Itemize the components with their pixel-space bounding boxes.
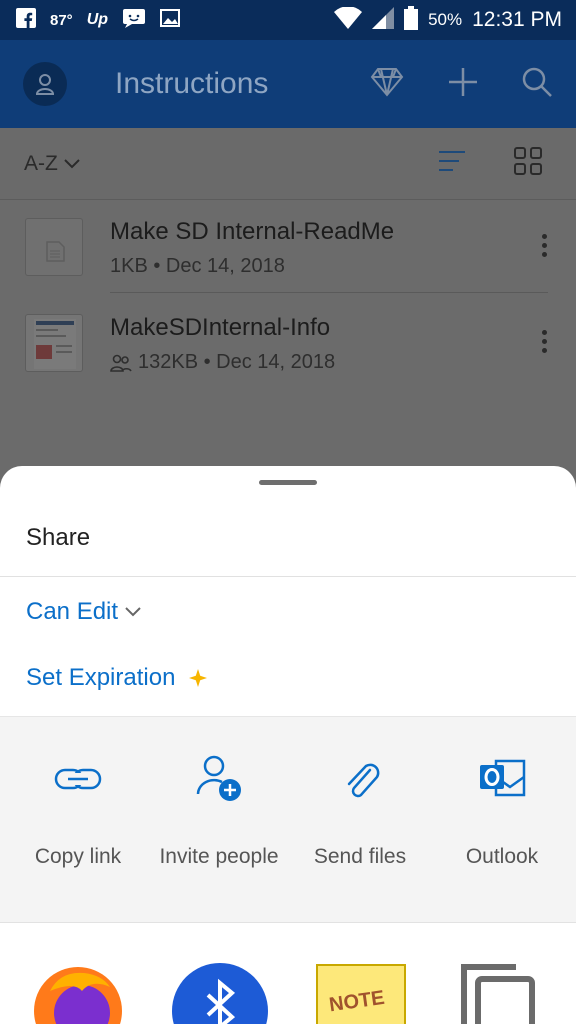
page-title: Instructions (115, 67, 269, 100)
outlook-button[interactable]: Outlook (430, 753, 574, 869)
message-icon (122, 8, 146, 32)
status-bar: 87° Up 50% 12:31 PM (0, 0, 576, 40)
chevron-down-icon (64, 158, 80, 168)
battery-icon (404, 5, 419, 35)
file-name: MakeSDInternal-Info (110, 314, 331, 341)
file-meta: 132KB • Dec 14, 2018 (110, 351, 335, 374)
sort-label: A-Z (24, 151, 58, 175)
file-name: Make SD Internal-ReadMe (110, 218, 395, 245)
invite-people-label: Invite people (159, 845, 279, 868)
divider (0, 576, 576, 577)
grid-view-icon[interactable] (514, 147, 542, 180)
facebook-icon (16, 8, 36, 32)
file-list: Make SD Internal-ReadMe 1KB • Dec 14, 20… (0, 200, 576, 500)
sparkle-star-icon (189, 669, 208, 687)
copy-link-button[interactable]: Copy link (6, 753, 150, 869)
wifi-icon (334, 5, 363, 34)
sheet-title: Share (26, 524, 91, 551)
row-divider (110, 292, 548, 293)
invite-people-button[interactable]: Invite people (147, 753, 291, 869)
copy-icon[interactable] (460, 961, 560, 1024)
premium-diamond-icon[interactable] (370, 67, 404, 102)
person-icon (35, 74, 55, 95)
app-bar: Instructions (0, 40, 576, 128)
share-apps-row: NOTE (0, 922, 576, 1024)
clock: 12:31 PM (472, 8, 562, 31)
add-icon[interactable] (448, 67, 478, 102)
link-icon (6, 753, 150, 805)
bluetooth-icon[interactable] (170, 961, 270, 1024)
chevron-down-icon (125, 607, 141, 617)
battery-percent: 50% (428, 10, 463, 29)
list-toolbar: A-Z (0, 128, 576, 200)
sort-lines-icon[interactable] (438, 150, 466, 177)
sort-dropdown[interactable]: A-Z (24, 152, 80, 176)
file-row[interactable]: MakeSDInternal-Info 132KB • Dec 14, 2018 (0, 296, 576, 388)
note-icon[interactable]: NOTE (315, 961, 415, 1024)
signal-icon (372, 6, 395, 34)
copy-link-label: Copy link (34, 845, 122, 868)
invite-person-icon (147, 753, 291, 805)
more-options-icon[interactable] (542, 330, 548, 357)
send-files-label: Send files (313, 845, 407, 868)
shared-people-icon (110, 354, 132, 372)
paperclip-icon (288, 753, 432, 805)
send-files-button[interactable]: Send files (288, 753, 432, 869)
sheet-drag-handle[interactable] (259, 480, 317, 485)
account-avatar[interactable] (23, 62, 67, 106)
temperature-text: 87° (50, 11, 73, 29)
firefox-icon[interactable] (30, 961, 130, 1024)
document-preview-thumbnail (25, 314, 83, 372)
share-bottom-sheet: Share Can Edit Set Expiration Copy link … (0, 466, 576, 1024)
file-meta: 1KB • Dec 14, 2018 (110, 255, 285, 277)
permission-label: Can Edit (26, 598, 119, 625)
up-icon: Up (86, 11, 109, 28)
more-options-icon[interactable] (542, 234, 548, 261)
image-icon (160, 9, 181, 31)
share-target-row: Copy link Invite people Send files Outlo… (0, 716, 576, 922)
permission-dropdown[interactable]: Can Edit (26, 598, 142, 626)
set-expiration-label: Set Expiration (26, 664, 176, 691)
set-expiration-button[interactable]: Set Expiration (26, 664, 208, 692)
search-icon[interactable] (522, 67, 552, 102)
document-thumbnail (25, 218, 83, 276)
outlook-label: Outlook (465, 845, 539, 868)
outlook-icon (430, 753, 574, 805)
file-row[interactable]: Make SD Internal-ReadMe 1KB • Dec 14, 20… (0, 200, 576, 292)
